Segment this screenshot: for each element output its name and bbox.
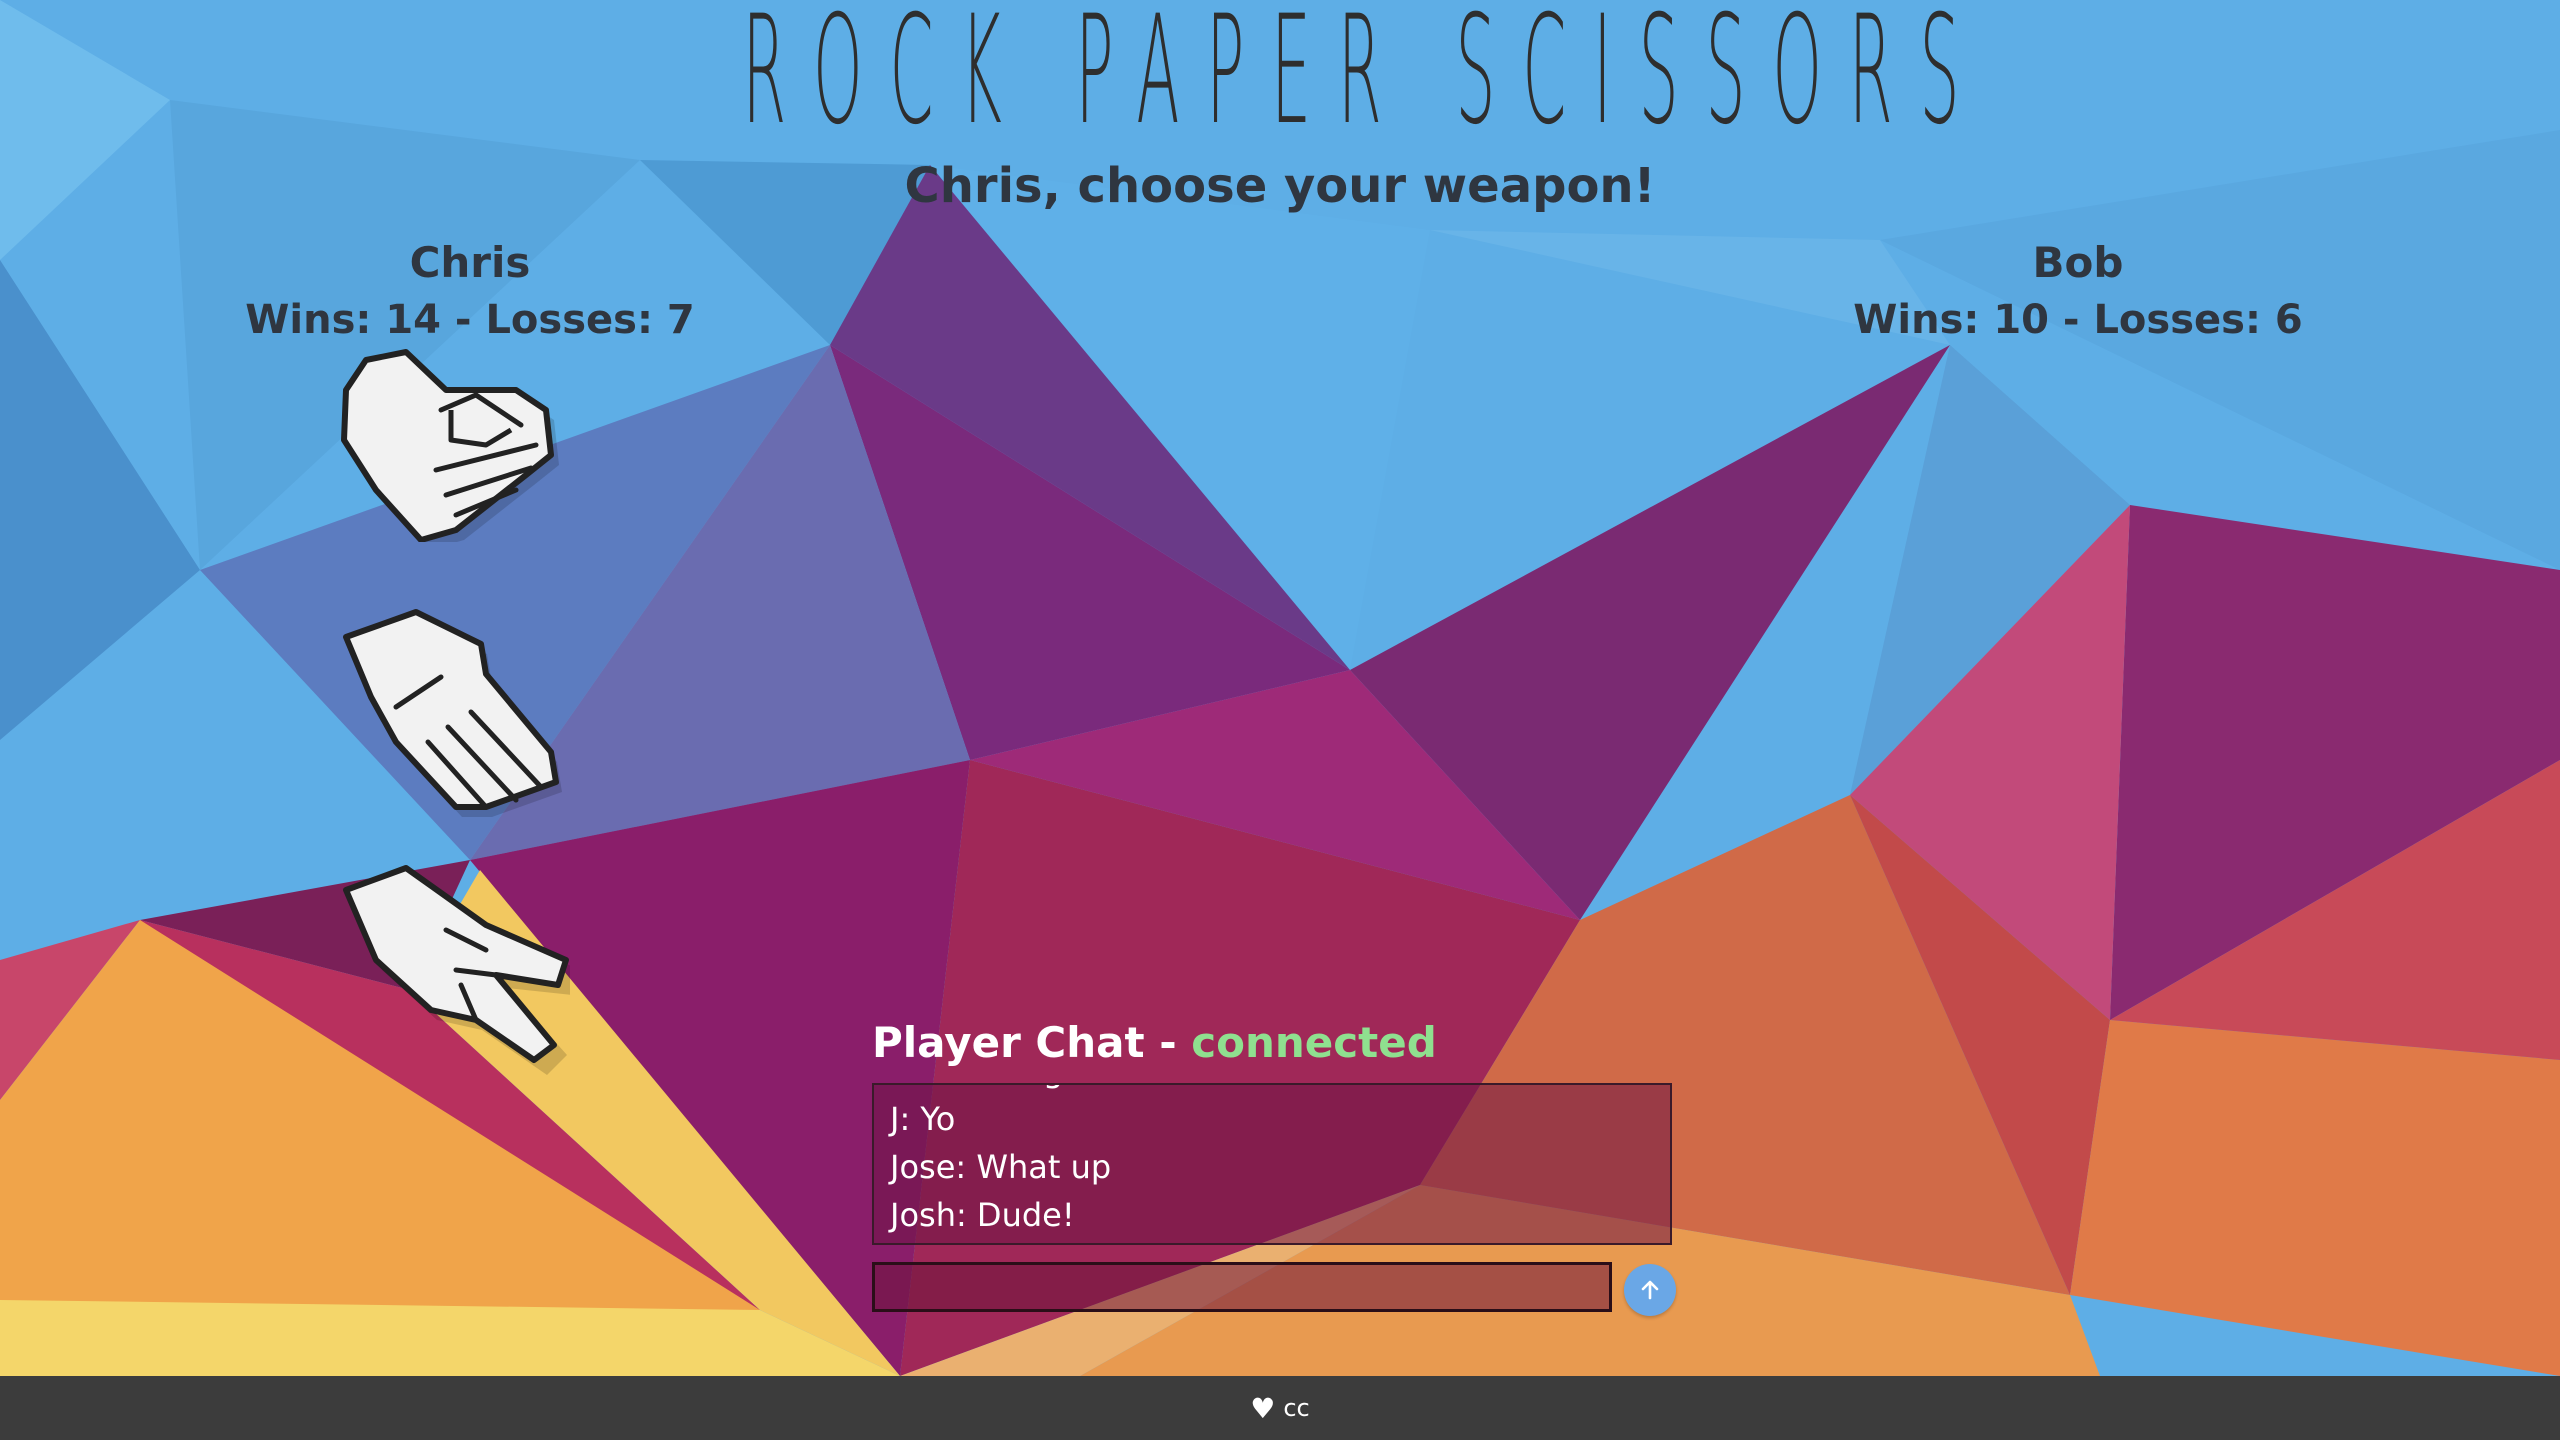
paper-hand-icon [343, 609, 562, 817]
footer: ♥ cc [0, 1376, 2560, 1440]
arrow-up-icon [1641, 1280, 1659, 1300]
chat-header: Player Chat - connected [872, 1018, 1437, 1067]
rock-hand-icon [341, 349, 559, 550]
chat-log[interactable]: Chris: omg hi J: Yo Jose: What up Josh: … [872, 1083, 1672, 1245]
rock-button[interactable] [330, 342, 570, 550]
player-left-record: Wins: 14 - Losses: 7 [245, 297, 695, 343]
chat-message: Chris: omg hi [890, 1085, 1111, 1095]
connection-status: connected [1191, 1018, 1437, 1067]
title-container: ROCK PAPER SCISSORS [0, 4, 2560, 144]
player-left-panel: Chris Wins: 14 - Losses: 7 [120, 234, 820, 348]
chat-message: J: Yo [890, 1100, 956, 1138]
heart-icon: ♥ [1250, 1391, 1276, 1425]
chat-message: Jose: What up [890, 1148, 1112, 1186]
scissors-button[interactable] [330, 858, 582, 1075]
player-left-name: Chris [409, 238, 531, 287]
chat-title: Player Chat - [872, 1018, 1192, 1067]
send-message-button[interactable] [1624, 1264, 1676, 1316]
player-right-name: Bob [2032, 238, 2124, 287]
scissors-hand-icon [343, 865, 582, 1075]
player-right-record: Wins: 10 - Losses: 6 [1853, 297, 2303, 343]
chat-message: Josh: Dude! [890, 1196, 1075, 1234]
turn-prompt: Chris, choose your weapon! [904, 158, 1656, 214]
footer-text[interactable]: cc [1283, 1394, 1309, 1422]
chat-message-input[interactable] [872, 1262, 1612, 1312]
player-right-panel: Bob Wins: 10 - Losses: 6 [1728, 234, 2428, 348]
paper-button[interactable] [330, 598, 570, 817]
game-title: ROCK PAPER SCISSORS [742, 4, 1987, 144]
